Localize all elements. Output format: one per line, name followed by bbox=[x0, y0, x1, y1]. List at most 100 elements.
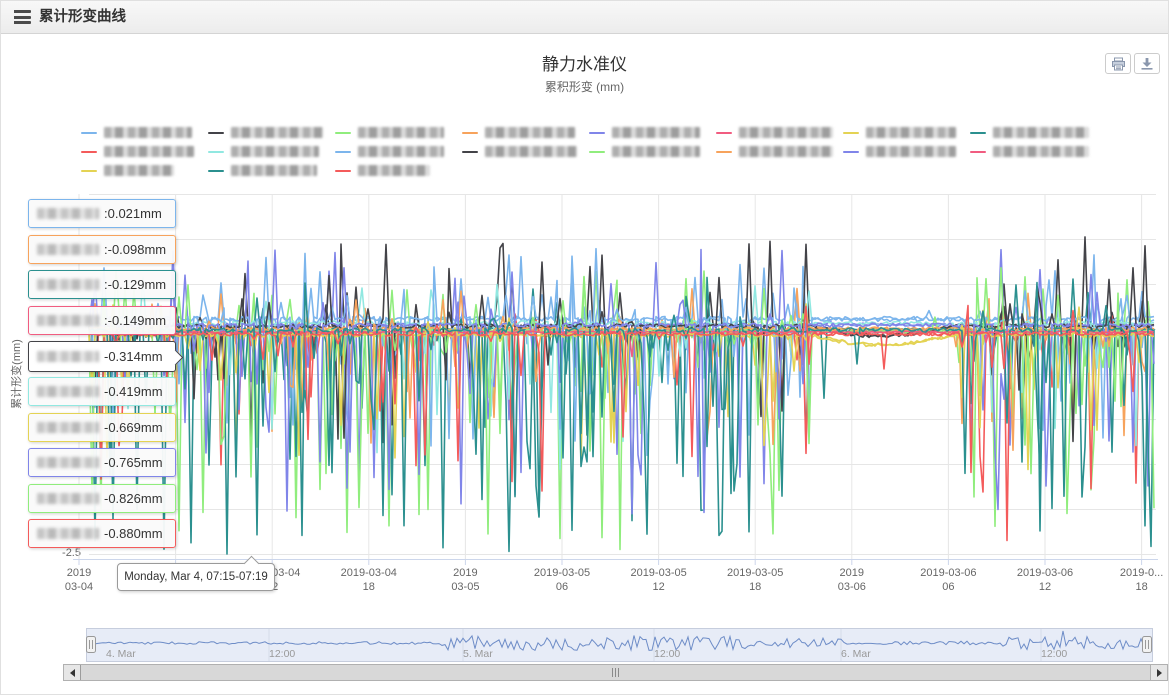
navigator-label: 6. Mar bbox=[841, 648, 871, 660]
tooltip-point: :0.021mm bbox=[28, 199, 176, 228]
legend-line-marker bbox=[589, 151, 605, 153]
legend-line-marker bbox=[462, 151, 478, 153]
legend-label-redacted bbox=[485, 127, 575, 138]
tooltip-value: :-0.149mm bbox=[104, 313, 166, 328]
legend-line-marker bbox=[716, 132, 732, 134]
legend-label-redacted bbox=[231, 165, 317, 176]
tooltip-value: -0.826mm bbox=[104, 491, 163, 506]
navigator-left-handle[interactable] bbox=[87, 637, 96, 653]
cumulative-deformation-page: 累计形变曲线 静力水准仪 累积形变 (mm) 累计形变(mm) -2.5 201… bbox=[0, 0, 1169, 695]
legend-item[interactable] bbox=[81, 126, 208, 139]
x-axis-tick-label: 2019-03-0606 bbox=[893, 566, 1003, 594]
legend-label-redacted bbox=[358, 146, 444, 157]
tooltip-point: -0.669mm bbox=[28, 413, 176, 442]
legend-label-redacted bbox=[739, 146, 833, 157]
legend-line-marker bbox=[716, 151, 732, 153]
series-name-redacted bbox=[37, 351, 99, 362]
tooltip-value: :-0.129mm bbox=[104, 277, 166, 292]
tooltip-point: -0.880mm bbox=[28, 519, 176, 548]
legend-label-redacted bbox=[866, 146, 956, 157]
tooltip-date-header: Monday, Mar 4, 07:15-07:19 bbox=[117, 563, 275, 591]
scrollbar[interactable] bbox=[63, 664, 1168, 681]
list-icon bbox=[14, 10, 31, 24]
left-arrow-icon bbox=[70, 669, 75, 677]
legend-line-marker bbox=[335, 151, 351, 153]
deformation-chart-plot[interactable] bbox=[73, 194, 1158, 566]
legend-item[interactable] bbox=[335, 126, 462, 139]
print-button[interactable] bbox=[1105, 53, 1131, 74]
x-axis-tick-label: 2019-03-0612 bbox=[990, 566, 1100, 594]
navigator-label: 12:00 bbox=[1041, 648, 1067, 660]
legend-item[interactable] bbox=[970, 126, 1097, 139]
legend-item[interactable] bbox=[843, 145, 970, 158]
tooltip-point: :-0.129mm bbox=[28, 270, 176, 299]
legend-item[interactable] bbox=[843, 126, 970, 139]
scrollbar-left-arrow[interactable] bbox=[64, 665, 81, 680]
legend-item[interactable] bbox=[81, 145, 208, 158]
legend-item[interactable] bbox=[81, 164, 208, 177]
legend-item[interactable] bbox=[716, 145, 843, 158]
tooltip-value: -0.314mm bbox=[104, 349, 163, 364]
legend-item[interactable] bbox=[208, 145, 335, 158]
x-axis-tick-label: 201903-06 bbox=[797, 566, 907, 594]
scrollbar-right-arrow[interactable] bbox=[1150, 665, 1167, 680]
legend-line-marker bbox=[843, 132, 859, 134]
legend-line-marker bbox=[81, 170, 97, 172]
download-button[interactable] bbox=[1134, 53, 1160, 74]
legend-label-redacted bbox=[485, 146, 577, 157]
chart-subtitle: 累积形变 (mm) bbox=[1, 78, 1168, 95]
tooltip-value: -0.669mm bbox=[104, 420, 163, 435]
legend-item[interactable] bbox=[335, 145, 462, 158]
legend-label-redacted bbox=[231, 146, 319, 157]
legend bbox=[81, 126, 1099, 177]
tooltip-value: :-0.098mm bbox=[104, 242, 166, 257]
series-name-redacted bbox=[37, 422, 99, 433]
x-axis-tick-label: 2019-03-0518 bbox=[700, 566, 810, 594]
legend-line-marker bbox=[335, 132, 351, 134]
legend-label-redacted bbox=[739, 127, 833, 138]
scrollbar-thumb[interactable] bbox=[80, 665, 1151, 680]
legend-item[interactable] bbox=[462, 145, 589, 158]
series-name-redacted bbox=[37, 208, 99, 219]
legend-item[interactable] bbox=[970, 145, 1097, 158]
x-axis-tick-label: 2019-03-0418 bbox=[314, 566, 424, 594]
legend-line-marker bbox=[81, 151, 97, 153]
x-axis-tick-label: 2019-03-0512 bbox=[604, 566, 714, 594]
navigator-right-handle[interactable] bbox=[1143, 637, 1152, 653]
tooltip-value: -0.880mm bbox=[104, 526, 163, 541]
legend-line-marker bbox=[81, 132, 97, 134]
tooltip-point: -0.826mm bbox=[28, 484, 176, 513]
legend-item[interactable] bbox=[208, 164, 335, 177]
y-axis-title: 累计形变(mm) bbox=[8, 304, 22, 444]
chart-title: 静力水准仪 bbox=[1, 50, 1168, 75]
tooltip-point: :-0.098mm bbox=[28, 235, 176, 264]
series-name-redacted bbox=[37, 528, 99, 539]
x-axis-tick-label: 2019-0...18 bbox=[1087, 566, 1169, 594]
navigator-label: 5. Mar bbox=[463, 648, 493, 660]
legend-item[interactable] bbox=[589, 145, 716, 158]
legend-line-marker bbox=[208, 132, 224, 134]
legend-label-redacted bbox=[612, 146, 700, 157]
legend-label-redacted bbox=[993, 146, 1089, 157]
legend-line-marker bbox=[335, 170, 351, 172]
series-name-redacted bbox=[37, 315, 99, 326]
download-icon bbox=[1140, 57, 1154, 70]
legend-item[interactable] bbox=[716, 126, 843, 139]
series-name-redacted bbox=[37, 457, 99, 468]
legend-label-redacted bbox=[866, 127, 956, 138]
panel-header: 累计形变曲线 bbox=[1, 1, 1168, 34]
right-arrow-icon bbox=[1157, 669, 1162, 677]
legend-item[interactable] bbox=[462, 126, 589, 139]
legend-label-redacted bbox=[358, 165, 430, 176]
navigator[interactable]: 4. Mar12:005. Mar12:006. Mar12:00 bbox=[86, 628, 1153, 662]
tooltip-point-focused: -0.314mm bbox=[28, 341, 176, 372]
navigator-label: 4. Mar bbox=[106, 648, 136, 660]
legend-label-redacted bbox=[993, 127, 1089, 138]
legend-item[interactable] bbox=[208, 126, 335, 139]
x-axis-tick-label: 2019-03-0506 bbox=[507, 566, 617, 594]
x-axis-tick-label: 201903-05 bbox=[410, 566, 520, 594]
legend-item[interactable] bbox=[335, 164, 462, 177]
tooltip-point: -0.419mm bbox=[28, 377, 176, 406]
legend-item[interactable] bbox=[589, 126, 716, 139]
legend-line-marker bbox=[208, 170, 224, 172]
